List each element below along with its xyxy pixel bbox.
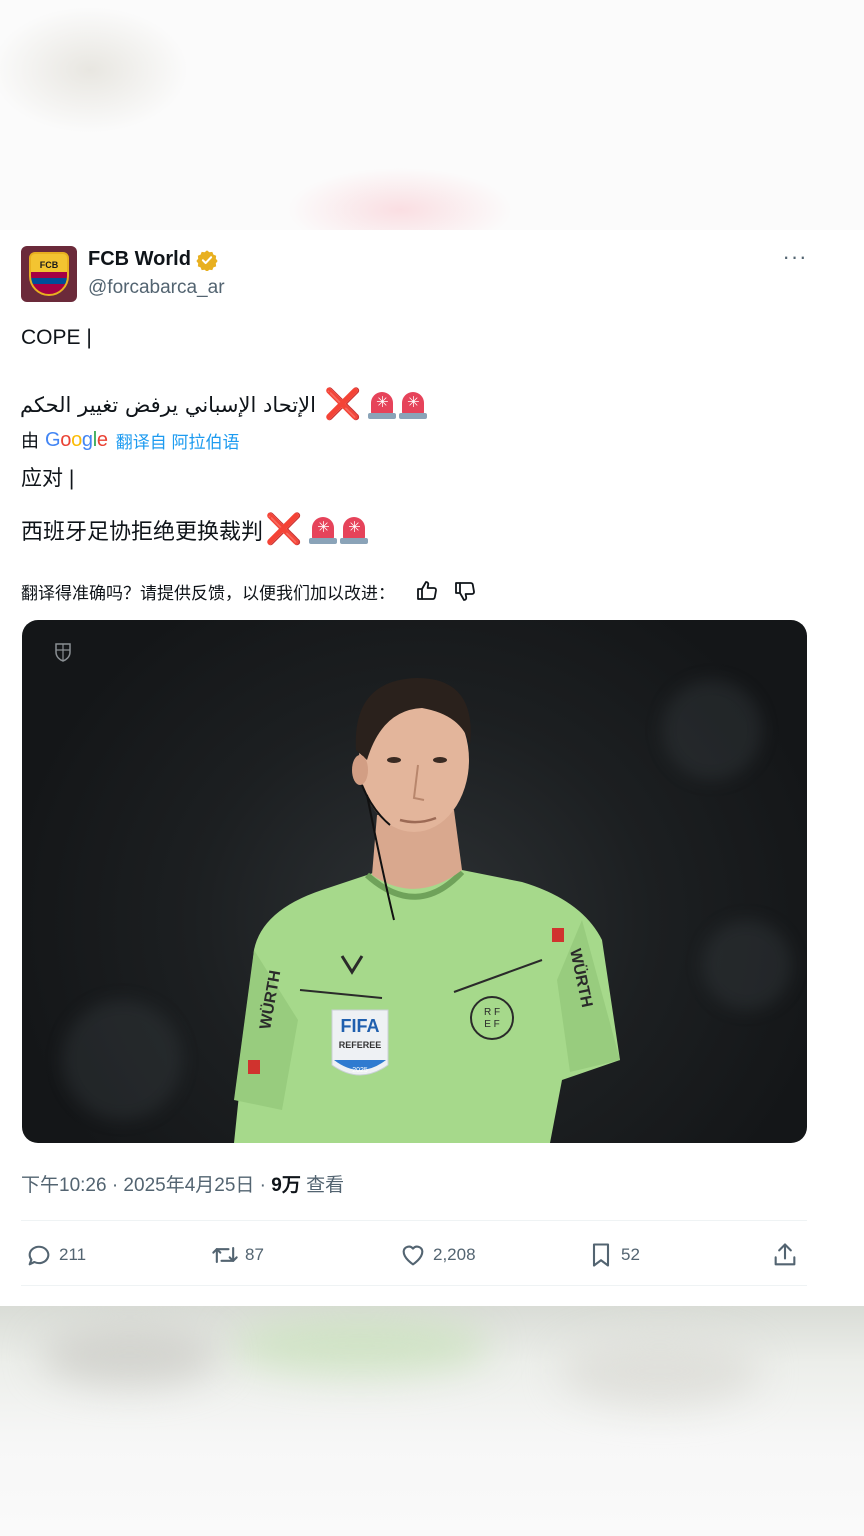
share-icon xyxy=(774,1243,796,1266)
tweet-text-arabic: الإتحاد الإسباني يرفض تغيير الحكم ❌ ✳ ✳ xyxy=(20,388,428,422)
siren-icon: ✳ xyxy=(368,390,397,420)
thumbs-up-icon[interactable] xyxy=(415,579,439,603)
translated-by-label: 由 xyxy=(21,431,39,451)
reply-button[interactable]: 211 xyxy=(25,1237,86,1273)
chinese-text: 西班牙足协拒绝更换裁判 xyxy=(21,519,264,544)
verified-badge-icon xyxy=(196,249,218,271)
retweet-count: 87 xyxy=(245,1245,264,1264)
badge-referee-text: REFEREE xyxy=(339,1040,382,1050)
reply-count: 211 xyxy=(59,1245,87,1264)
google-logo: Google xyxy=(45,428,108,451)
translation-attribution: 由 Google 翻译自 阿拉伯语 xyxy=(21,428,239,452)
views-count: 9万 xyxy=(271,1175,301,1196)
referee-figure: FIFA REFEREE 2025 R F E F WÜRTH WÜRTH xyxy=(234,678,620,1143)
cross-mark-icon: ❌ xyxy=(323,388,362,421)
arabic-text: الإتحاد الإسباني يرفض تغيير الحكم xyxy=(20,393,316,417)
siren-icon: ✳ xyxy=(309,515,338,545)
more-options-icon[interactable]: ··· xyxy=(780,246,810,270)
siren-icon: ✳ xyxy=(340,515,369,545)
thumbs-down-icon[interactable] xyxy=(453,579,477,603)
cross-mark-icon: ❌ xyxy=(265,513,303,546)
translated-from-link[interactable]: 翻译自 阿拉伯语 xyxy=(116,428,240,453)
translation-feedback: 翻译得准确吗？请提供反馈，以便我们加以改进： xyxy=(21,578,477,604)
background-bottom-blur xyxy=(0,1306,864,1536)
retweet-icon xyxy=(212,1246,238,1264)
tweet-actions: 211 87 2,208 52 xyxy=(21,1237,807,1273)
author-name-text: FCB World xyxy=(88,248,191,270)
bookmark-count: 52 xyxy=(621,1245,640,1264)
views-label: 查看 xyxy=(300,1175,345,1196)
badge-year-text: 2025 xyxy=(352,1067,368,1074)
badge-fifa-text: FIFA xyxy=(341,1016,380,1036)
share-button[interactable] xyxy=(771,1237,805,1273)
timestamp-text: 下午10:26 · 2025年4月25日 · xyxy=(21,1175,272,1196)
tweet-text-translated-cope: 应对 | xyxy=(21,467,75,490)
tweet-text-cope: COPE | xyxy=(21,326,92,349)
bookmark-icon xyxy=(592,1243,610,1267)
bookmark-button[interactable]: 52 xyxy=(587,1237,640,1273)
avatar[interactable]: FCB xyxy=(21,246,77,302)
rfef-line-1: R F xyxy=(484,1007,500,1018)
fcb-crest-icon: FCB xyxy=(29,252,69,296)
tweet-timestamp[interactable]: 下午10:26 · 2025年4月25日 · 9万 查看 xyxy=(21,1170,344,1197)
card-edge xyxy=(830,230,864,1306)
divider-bottom xyxy=(21,1285,807,1286)
divider-top xyxy=(21,1220,807,1221)
tweet-card: FCB FCB World @forcabarca_ar ··· COPE | … xyxy=(0,230,832,1306)
siren-icon: ✳ xyxy=(399,390,428,420)
retweet-button[interactable]: 87 xyxy=(211,1237,264,1273)
heart-icon xyxy=(402,1245,424,1266)
feedback-prompt: 翻译得准确吗？请提供反馈，以便我们加以改进： xyxy=(21,583,395,603)
rfef-line-2: E F xyxy=(484,1019,500,1030)
tweet-photo-referee[interactable]: FIFA REFEREE 2025 R F E F WÜRTH WÜRTH xyxy=(22,620,807,1143)
author-handle[interactable]: @forcabarca_ar xyxy=(88,277,225,299)
like-count: 2,208 xyxy=(433,1245,476,1264)
background-top-blur xyxy=(0,0,864,230)
author-name[interactable]: FCB World xyxy=(88,248,218,271)
like-button[interactable]: 2,208 xyxy=(399,1237,476,1273)
tweet-text-chinese: 西班牙足协拒绝更换裁判 ❌ ✳ ✳ xyxy=(21,512,369,548)
reply-icon xyxy=(28,1245,50,1266)
